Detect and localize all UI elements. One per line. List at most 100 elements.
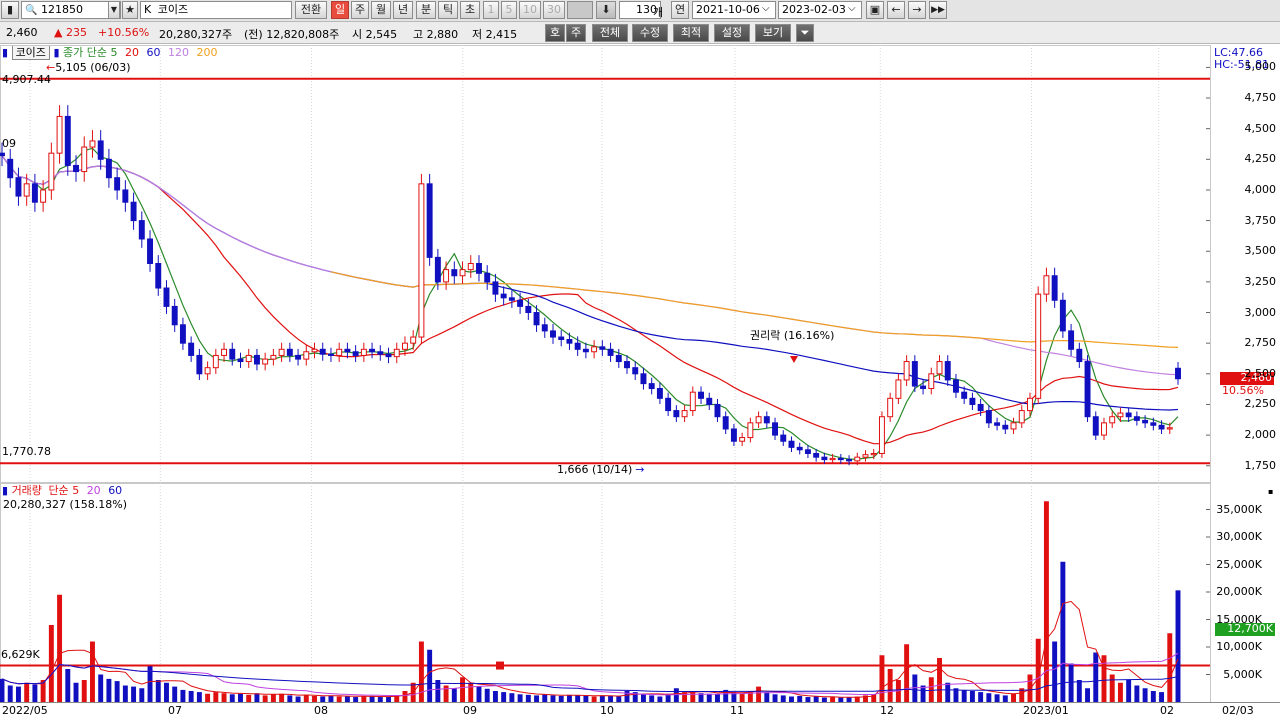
stock-code-input[interactable]: 🔍 121850 <box>21 1 121 19</box>
volume-bar <box>525 694 531 702</box>
arrow-left-icon[interactable]: ← <box>887 1 905 19</box>
volume-bar <box>427 649 433 702</box>
volume-tick-label: 15,000K <box>1216 612 1262 626</box>
price-candle <box>550 330 556 338</box>
volume-bar <box>517 694 523 702</box>
download-arrow-icon[interactable]: ⬇ <box>596 1 616 19</box>
minute-1-button[interactable]: 1 <box>483 1 499 19</box>
favorite-star-icon[interactable]: ★ <box>122 1 138 19</box>
adjust-button[interactable]: 수정 <box>632 24 668 42</box>
price-candle <box>89 140 96 148</box>
volume-bar <box>690 691 696 702</box>
period-year-button[interactable]: 년 <box>393 1 413 19</box>
price-candle <box>1084 361 1091 418</box>
custom-period-input[interactable] <box>567 1 593 19</box>
price-candle <box>961 391 968 399</box>
price-candle <box>163 287 170 307</box>
volume-bar <box>131 686 137 702</box>
volume-bar <box>1167 633 1173 702</box>
save-icon[interactable]: ▣ <box>866 1 884 19</box>
volume-bar <box>1076 680 1082 702</box>
low-line-label: 1,770.78 <box>2 445 51 458</box>
stock-list-button[interactable]: ▮ <box>1 1 19 19</box>
price-candle <box>253 354 260 365</box>
volume-legend-name[interactable]: 거래량 <box>12 484 42 497</box>
price-candle <box>837 457 844 461</box>
price-candle <box>179 324 186 344</box>
quote-button[interactable]: 호 <box>545 24 565 42</box>
volume-bar <box>665 693 671 702</box>
volume-bar <box>624 691 630 702</box>
volume-bar <box>295 696 301 702</box>
volume-bar <box>221 693 227 702</box>
legend-marker-icon-2: ▮ <box>53 46 60 59</box>
period-second-button[interactable]: 초 <box>460 1 480 19</box>
settings-button[interactable]: 설정 <box>714 24 750 42</box>
period-week-button[interactable]: 주 <box>351 1 369 19</box>
price-value: 2,460 <box>6 26 38 39</box>
price-candle <box>352 351 359 356</box>
price-candle <box>895 379 902 399</box>
volume-bar <box>739 693 745 702</box>
volume-tick-label: 30,000K <box>1216 530 1262 543</box>
volume-bar <box>1043 501 1049 702</box>
period-day-button[interactable]: 일 <box>331 1 349 19</box>
price-candle <box>755 416 762 424</box>
code-dropdown-icon[interactable]: ▼ <box>108 1 120 19</box>
optimize-button[interactable]: 최적 <box>673 24 709 42</box>
event-arrow-icon <box>790 356 798 363</box>
year-toggle-button[interactable]: 연 <box>671 1 689 19</box>
volume-bar <box>377 697 383 702</box>
x-axis-label: 09 <box>463 704 477 717</box>
price-candle <box>615 354 622 363</box>
period-month-button[interactable]: 월 <box>371 1 391 19</box>
period-high-marker: ←5,105 (06/03) <box>46 62 131 74</box>
arrow-right-icon[interactable]: → <box>908 1 926 19</box>
price-candle <box>0 152 5 157</box>
price-ma120-line <box>1 155 1179 376</box>
volume-bar <box>682 692 688 702</box>
x-axis-label: 07 <box>168 704 182 717</box>
price-candle <box>1150 422 1157 426</box>
volume-bar <box>591 696 597 702</box>
volume-bar <box>780 695 786 702</box>
legend-stock-name[interactable]: 코이즈 <box>11 45 50 60</box>
date-from-dropdown-icon[interactable]: ⌵ <box>762 3 770 14</box>
price-candle <box>15 177 22 197</box>
x-axis-label: 11 <box>730 704 744 717</box>
volume-legend-ma20: 20 <box>86 484 101 497</box>
volume-bar <box>418 641 424 702</box>
price-candle <box>1142 419 1149 424</box>
volume-bar <box>772 694 778 702</box>
period-tick-button[interactable]: 틱 <box>438 1 458 19</box>
volume-bar <box>1035 638 1041 702</box>
quote-bar: 2,460 ▲ 235 +10.56% 20,280,327주 (전) 12,8… <box>0 22 1280 44</box>
volume-bar <box>871 694 877 702</box>
x-axis-label: 08 <box>314 704 328 717</box>
price-candle <box>665 397 672 412</box>
panel-maximize-icon[interactable]: ▪ <box>1268 486 1273 498</box>
price-candle <box>1125 412 1132 418</box>
all-button[interactable]: 전체 <box>592 24 628 42</box>
minute-5-button[interactable]: 5 <box>501 1 517 19</box>
volume-ma20-line <box>1 652 1179 696</box>
volume-tick-label: 25,000K <box>1216 557 1262 571</box>
date-to-dropdown-icon[interactable]: ⌵ <box>848 3 856 14</box>
period-minute-button[interactable]: 분 <box>416 1 436 19</box>
switch-button[interactable]: 전환 <box>295 1 327 19</box>
order-button[interactable]: 주 <box>566 24 586 42</box>
price-tick-label: 3,000 <box>1244 305 1277 319</box>
filter-icon[interactable]: ⏷ <box>796 24 814 42</box>
price-candle <box>936 361 943 375</box>
chart-window: ▮ 🔍 121850 ▼ ★ K 코이즈 전환 일 주 월 년 분 틱 초 1 … <box>0 0 1280 720</box>
view-button[interactable]: 보기 <box>755 24 791 42</box>
fast-forward-icon[interactable]: ▶▶ <box>929 1 947 19</box>
volume-bar <box>821 697 827 702</box>
volume-ma5-line <box>1 600 1179 698</box>
minute-30-button[interactable]: 30 <box>543 1 565 19</box>
market-prefix: K <box>144 3 152 16</box>
minute-10-button[interactable]: 10 <box>519 1 541 19</box>
price-candle <box>582 348 589 353</box>
volume-bar <box>246 694 252 702</box>
price-candle <box>40 189 47 203</box>
